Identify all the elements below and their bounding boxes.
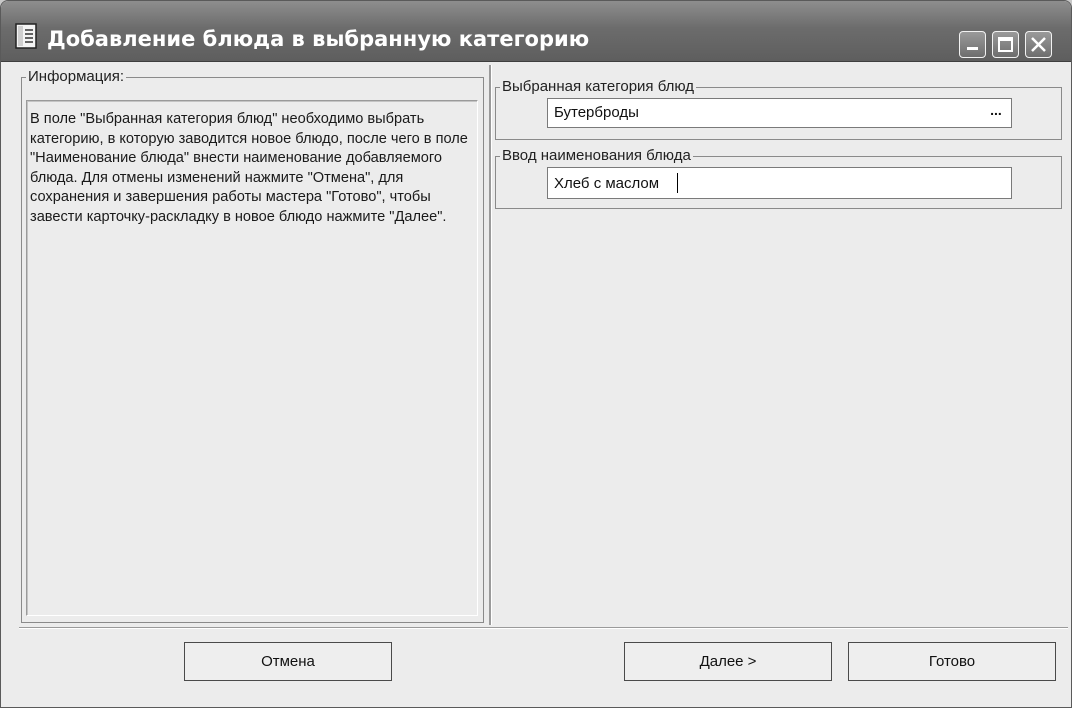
minimize-icon <box>967 47 978 50</box>
window-title: Добавление блюда в выбранную категорию <box>47 27 590 51</box>
category-field[interactable]: Бутерброды ... <box>547 98 1012 128</box>
cancel-button[interactable]: Отмена <box>184 642 392 681</box>
dialog-window: Добавление блюда в выбранную категорию И… <box>0 0 1072 708</box>
title-bar[interactable]: Добавление блюда в выбранную категорию <box>1 1 1071 62</box>
close-icon <box>1031 37 1046 52</box>
vertical-divider[interactable] <box>489 65 492 625</box>
horizontal-divider <box>19 627 1068 629</box>
maximize-button[interactable] <box>992 31 1019 58</box>
minimize-button[interactable] <box>959 31 986 58</box>
done-button[interactable]: Готово <box>848 642 1056 681</box>
category-value: Бутерброды <box>554 104 639 121</box>
close-button[interactable] <box>1025 31 1052 58</box>
info-text: В поле "Выбранная категория блюд" необхо… <box>26 100 478 616</box>
browse-button[interactable]: ... <box>985 103 1007 123</box>
dish-name-input[interactable] <box>547 167 1012 199</box>
text-caret <box>677 173 678 193</box>
info-legend: Информация: <box>26 68 127 86</box>
maximize-icon <box>998 37 1013 52</box>
category-legend: Выбранная категория блюд <box>500 78 697 96</box>
next-button[interactable]: Далее > <box>624 642 832 681</box>
info-group: Информация: В поле "Выбранная категория … <box>21 68 484 623</box>
document-icon <box>15 23 37 49</box>
dish-name-legend: Ввод наименования блюда <box>500 147 693 165</box>
